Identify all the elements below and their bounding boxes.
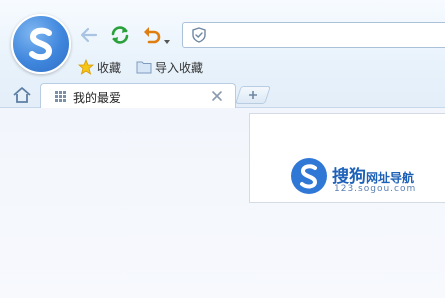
grid-icon <box>55 91 66 102</box>
close-icon[interactable] <box>211 90 223 102</box>
home-icon <box>13 87 31 103</box>
address-bar[interactable] <box>182 22 445 48</box>
tab-favorites[interactable]: 我的最爱 <box>40 83 236 108</box>
sogou-logo-icon <box>291 158 327 194</box>
browser-chrome: 收藏 导入收藏 我的最爱 <box>0 0 445 108</box>
plus-icon <box>249 91 257 99</box>
undo-dropdown-caret-icon[interactable] <box>163 31 171 44</box>
folder-icon <box>136 61 152 74</box>
site-url: 123.sogou.com <box>334 184 417 194</box>
undo-icon <box>144 27 161 44</box>
shield-icon <box>192 27 206 43</box>
bookmark-import-label: 导入收藏 <box>155 60 204 75</box>
sogou-browser-logo[interactable] <box>11 14 71 74</box>
new-tab-button[interactable] <box>235 86 271 104</box>
s-letter-icon <box>29 27 53 61</box>
back-button[interactable] <box>78 24 100 46</box>
bookmark-favorites-label: 收藏 <box>97 60 122 75</box>
arrow-left-icon <box>80 27 98 43</box>
refresh-icon <box>111 26 129 44</box>
bookmark-favorites[interactable]: 收藏 <box>78 58 121 76</box>
refresh-button[interactable] <box>109 24 131 46</box>
address-input[interactable] <box>213 25 445 47</box>
bookmark-import[interactable]: 导入收藏 <box>136 58 203 76</box>
navigation-card[interactable]: 搜狗网址导航 123.sogou.com <box>249 113 445 203</box>
star-icon <box>78 59 94 75</box>
site-name-sub: 网址导航 <box>366 171 415 185</box>
undo-close-button[interactable] <box>141 24 163 46</box>
tab-label: 我的最爱 <box>73 91 122 105</box>
home-button[interactable] <box>8 84 36 106</box>
